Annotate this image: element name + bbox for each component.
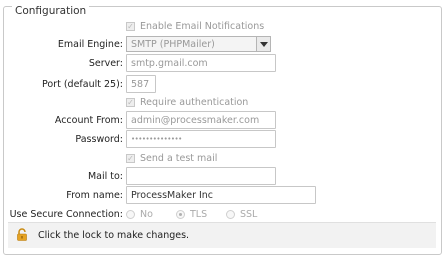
enable-notifications-label: Enable Email Notifications [140, 21, 265, 32]
lock-icon[interactable] [16, 227, 28, 244]
port-input[interactable]: 587 [126, 75, 156, 93]
email-engine-label: Email Engine: [57, 39, 123, 50]
account-from-input[interactable]: admin@processmaker.com [126, 111, 276, 129]
require-auth-checkbox-row[interactable]: ✓ Require authentication [126, 97, 248, 108]
radio-no[interactable] [126, 210, 135, 219]
send-test-mail-checkbox[interactable]: ✓ [126, 154, 135, 163]
password-value: •••••••••••••• [131, 135, 182, 143]
radio-option-ssl[interactable]: SSL [226, 209, 257, 220]
section-title: Configuration [12, 6, 90, 16]
email-engine-value: SMTP (PHPMailer) [131, 38, 215, 50]
password-label: Password: [75, 134, 123, 145]
radio-tls[interactable] [176, 210, 185, 219]
account-from-value: admin@processmaker.com [131, 114, 260, 126]
account-from-label: Account From: [54, 115, 123, 126]
server-label: Server: [88, 58, 123, 69]
from-name-label: From name: [66, 190, 123, 201]
secure-connection-label: Use Secure Connection: [9, 209, 123, 220]
enable-notifications-checkbox-row[interactable]: ✓ Enable Email Notifications [126, 21, 264, 32]
radio-option-tls[interactable]: TLS [176, 209, 226, 220]
radio-tls-label: TLS [190, 209, 208, 220]
server-value: smtp.gmail.com [131, 57, 208, 69]
lock-bar: Click the lock to make changes. [8, 222, 436, 248]
send-test-mail-checkbox-row[interactable]: ✓ Send a test mail [126, 153, 217, 164]
password-input[interactable]: •••••••••••••• [126, 130, 276, 148]
require-auth-checkbox[interactable]: ✓ [126, 98, 135, 107]
require-auth-label: Require authentication [140, 97, 249, 108]
from-name-input[interactable]: ProcessMaker Inc [126, 186, 316, 204]
radio-ssl[interactable] [226, 210, 235, 219]
server-input[interactable]: smtp.gmail.com [126, 54, 276, 72]
radio-ssl-label: SSL [240, 209, 258, 220]
chevron-down-icon[interactable] [256, 37, 270, 51]
lock-message: Click the lock to make changes. [38, 230, 190, 241]
radio-option-no[interactable]: No [126, 209, 176, 220]
port-label: Port (default 25): [41, 79, 123, 90]
secure-connection-radio-group: No TLS SSL [126, 209, 257, 220]
radio-no-label: No [140, 209, 153, 220]
email-engine-select[interactable]: SMTP (PHPMailer) [126, 36, 271, 52]
send-test-mail-label: Send a test mail [140, 153, 218, 164]
mail-to-label: Mail to: [87, 171, 123, 182]
port-value: 587 [131, 78, 150, 90]
enable-notifications-checkbox[interactable]: ✓ [126, 22, 135, 31]
from-name-value: ProcessMaker Inc [131, 189, 214, 201]
mail-to-input[interactable] [126, 167, 276, 185]
